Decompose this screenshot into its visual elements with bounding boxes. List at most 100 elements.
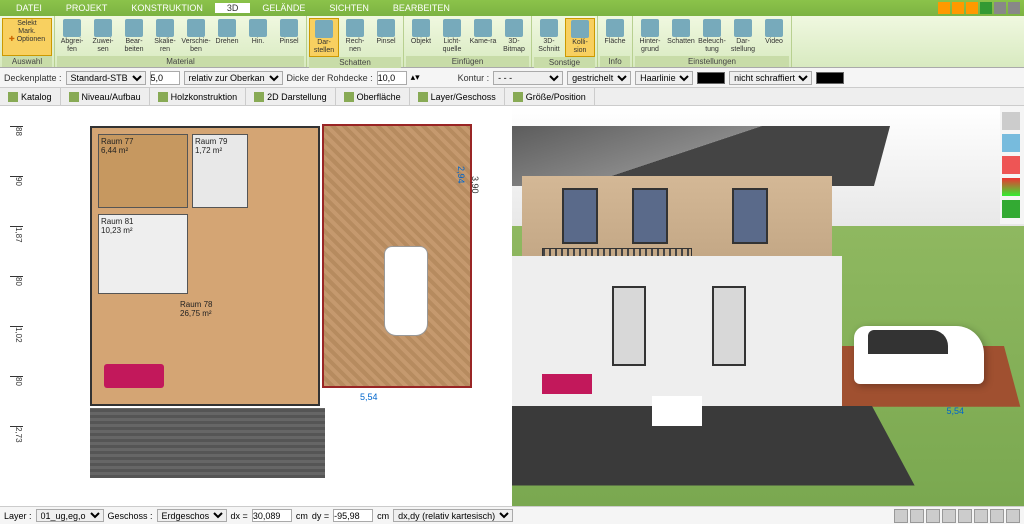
3d-viewport[interactable]: 5,54 (512, 106, 1024, 506)
app-icon[interactable] (938, 2, 950, 14)
tab-holzkonstruktion[interactable]: Holzkonstruktion (150, 88, 247, 105)
ribbon-abgreifen-button[interactable]: Abgrei-fen (57, 18, 87, 56)
ribbon-pinsel-button[interactable]: Pinsel (371, 18, 401, 57)
status-tool-icon[interactable] (1006, 509, 1020, 523)
sofa-2d[interactable] (104, 364, 164, 388)
ribbon-kamera-button[interactable]: Kame-ra (468, 18, 498, 56)
linestyle-name-select[interactable]: gestrichelt (567, 71, 631, 85)
ribbon-lichtquelle-button[interactable]: Licht-quelle (437, 18, 467, 56)
layers-icon[interactable] (1002, 112, 1020, 130)
status-tool-icon[interactable] (974, 509, 988, 523)
cm-label: cm (296, 511, 308, 521)
menu-datei[interactable]: DATEI (4, 3, 54, 13)
color-swatch-fill[interactable] (816, 72, 844, 84)
palette-icon[interactable] (1002, 178, 1020, 196)
2d-viewport[interactable]: 88901,87801,02802,73 Raum 776,44 m² Raum… (0, 106, 512, 506)
lineweight-select[interactable]: Haarlinie (635, 71, 693, 85)
rohdecke-input[interactable] (377, 71, 407, 85)
ribbon-hin-button[interactable]: Hin. (243, 18, 273, 56)
help-icon[interactable] (980, 2, 992, 14)
cube-icon[interactable] (1002, 134, 1020, 152)
app-icon[interactable] (966, 2, 978, 14)
sofa-3d[interactable] (542, 374, 592, 394)
ribbon-darstellen-button[interactable]: Dar-stellen (309, 18, 339, 57)
house-3d[interactable] (512, 126, 852, 406)
ribbon-verschieben-button[interactable]: Verschie-ben (181, 18, 211, 56)
status-tool-icon[interactable] (894, 509, 908, 523)
car-3d[interactable] (854, 326, 984, 384)
group-auswahl-label: Auswahl (2, 56, 52, 67)
tab-oberflche[interactable]: Oberfläche (336, 88, 410, 105)
tool-icon (187, 19, 205, 37)
ribbon-dschnitt-button[interactable]: 3D-Schnitt (534, 18, 564, 57)
spinner-icon[interactable]: ▴▾ (411, 72, 420, 83)
dimension-value: 2,73 (10, 426, 23, 476)
thickness-input[interactable] (150, 71, 180, 85)
geschoss-select[interactable]: Erdgeschos (157, 509, 227, 522)
tool-icon (63, 19, 81, 37)
tool-icon (505, 19, 523, 37)
menu-gelaende[interactable]: GELÄNDE (250, 3, 317, 13)
tab-katalog[interactable]: Katalog (0, 88, 61, 105)
garage-selection[interactable] (322, 124, 472, 388)
dim-garage-width: 5,54 (360, 392, 378, 402)
plate-type-select[interactable]: Standard-STB (66, 71, 146, 85)
ribbon-beleuchtung-button[interactable]: Beleuch-tung (697, 18, 727, 56)
ribbon-flche-button[interactable]: Fläche (600, 18, 630, 56)
ribbon-hintergrund-button[interactable]: Hinter-grund (635, 18, 665, 56)
ribbon-pinsel-button[interactable]: Pinsel (274, 18, 304, 56)
house-icon[interactable] (1002, 156, 1020, 174)
dimension-value: 1,02 (10, 326, 23, 376)
ribbon-dbitmap-button[interactable]: 3D-Bitmap (499, 18, 529, 56)
app-icon[interactable] (952, 2, 964, 14)
ribbon-skalieren-button[interactable]: Skalie-ren (150, 18, 180, 56)
status-tool-icon[interactable] (910, 509, 924, 523)
ribbon-bearbeiten-button[interactable]: Bear-beiten (119, 18, 149, 56)
group-material-label: Material (57, 56, 304, 67)
menu-3d[interactable]: 3D (215, 3, 251, 13)
select-button[interactable]: SelektMark.✚ Optionen (2, 18, 52, 56)
dim-3d-width: 5,54 (946, 406, 964, 416)
tab-layergeschoss[interactable]: Layer/Geschoss (410, 88, 505, 105)
menu-projekt[interactable]: PROJEKT (54, 3, 120, 13)
ribbon-darstellung-button[interactable]: Dar-stellung (728, 18, 758, 56)
ribbon-zuweisen-button[interactable]: Zuwei-sen (88, 18, 118, 56)
group-info-label: Info (600, 56, 630, 67)
car-2d[interactable] (384, 246, 428, 336)
status-tool-icon[interactable] (958, 509, 972, 523)
linestyle-select[interactable]: - - - (493, 71, 563, 85)
ribbon-objekt-button[interactable]: Objekt (406, 18, 436, 56)
room-79[interactable]: Raum 791,72 m² (192, 134, 248, 208)
status-tool-icon[interactable] (942, 509, 956, 523)
tab-greposition[interactable]: Größe/Position (505, 88, 595, 105)
min-icon[interactable] (994, 2, 1006, 14)
tab-ddarstellung[interactable]: 2D Darstellung (246, 88, 336, 105)
table-3d[interactable] (652, 396, 702, 426)
hatch-select[interactable]: nicht schraffiert (729, 71, 812, 85)
status-tool-icon[interactable] (990, 509, 1004, 523)
max-icon[interactable] (1008, 2, 1020, 14)
dy-label: dy = (312, 511, 329, 521)
tab-niveauaufbau[interactable]: Niveau/Aufbau (61, 88, 150, 105)
status-tool-icon[interactable] (926, 509, 940, 523)
dy-input[interactable] (333, 509, 373, 522)
thickness-rel-select[interactable]: relativ zur Oberkan (184, 71, 283, 85)
menu-bearbeiten[interactable]: BEARBEITEN (381, 3, 462, 13)
color-swatch-black[interactable] (697, 72, 725, 84)
tool-icon (315, 20, 333, 38)
layer-select[interactable]: 01_ug,eg,o (36, 509, 104, 522)
room-77[interactable]: Raum 776,44 m² (98, 134, 188, 208)
ribbon-rechnen-button[interactable]: Rech-nen (340, 18, 370, 57)
terrace-2d[interactable] (90, 408, 325, 478)
coord-mode-select[interactable]: dx,dy (relativ kartesisch) (393, 509, 513, 522)
ribbon-video-button[interactable]: Video (759, 18, 789, 56)
dx-input[interactable] (252, 509, 292, 522)
menu-konstruktion[interactable]: KONSTRUKTION (119, 3, 215, 13)
tree-icon[interactable] (1002, 200, 1020, 218)
menu-sichten[interactable]: SICHTEN (317, 3, 381, 13)
house-outline[interactable]: Raum 776,44 m² Raum 791,72 m² Raum 8110,… (90, 126, 320, 406)
ribbon-schatten-button[interactable]: Schatten (666, 18, 696, 56)
ribbon-kollision-button[interactable]: Kolli-sion (565, 18, 595, 57)
room-81[interactable]: Raum 8110,23 m² (98, 214, 188, 294)
ribbon-drehen-button[interactable]: Drehen (212, 18, 242, 56)
